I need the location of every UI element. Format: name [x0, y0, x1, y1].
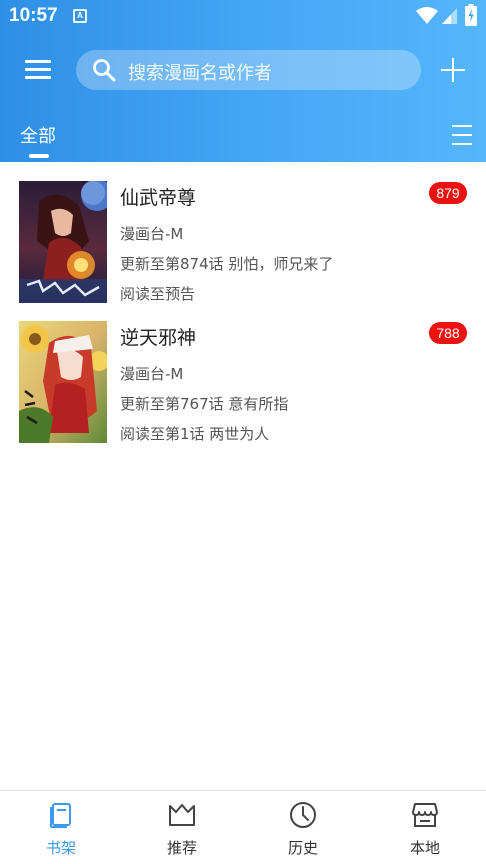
nav-recommend[interactable]: 推荐 — [121, 791, 243, 864]
nav-label: 推荐 — [166, 839, 197, 857]
menu-button[interactable] — [22, 56, 54, 84]
add-button[interactable] — [440, 57, 466, 83]
search-input[interactable]: 搜索漫画名或作者 — [76, 50, 421, 90]
battery-icon — [465, 4, 477, 26]
nav-label: 本地 — [409, 839, 440, 857]
nav-label: 书架 — [45, 839, 76, 857]
tab-indicator — [29, 154, 49, 158]
comic-title: 逆天邪神 — [120, 327, 197, 349]
comic-source: 漫画台-M — [120, 365, 184, 383]
bottom-navigation: 书架 推荐 历史 本地 — [0, 790, 486, 864]
comic-title: 仙武帝尊 — [120, 187, 197, 209]
comic-latest-update: 更新至第767话 意有所指 — [120, 395, 289, 413]
store-icon — [412, 803, 438, 827]
status-clock: 10:57 — [9, 5, 58, 26]
tab-all[interactable]: 全部 — [20, 122, 56, 148]
crown-icon — [169, 804, 195, 826]
comic-list-item[interactable]: 逆天邪神 788 漫画台-M 更新至第767话 意有所指 阅读至第1话 两世为人 — [0, 321, 486, 451]
clock-icon — [290, 802, 316, 828]
app-header: 10:57 A 搜索漫画名或作者 全部 — [0, 0, 486, 162]
comic-latest-update: 更新至第874话 别怕，师兄来了 — [120, 255, 334, 273]
comic-read-progress: 阅读至预告 — [120, 285, 196, 303]
status-bar: 10:57 A — [0, 0, 486, 34]
search-icon — [93, 59, 116, 82]
notification-icon: A — [73, 9, 87, 23]
signal-icon — [442, 8, 457, 24]
comic-list-item[interactable]: 仙武帝尊 879 漫画台-M 更新至第874话 别怕，师兄来了 阅读至预告 — [0, 181, 486, 311]
comic-read-progress: 阅读至第1话 两世为人 — [120, 425, 270, 443]
wifi-icon — [416, 7, 438, 24]
nav-bookshelf[interactable]: 书架 — [0, 791, 122, 864]
nav-history[interactable]: 历史 — [242, 791, 364, 864]
book-icon — [50, 803, 71, 828]
comic-cover — [19, 321, 107, 443]
nav-label: 历史 — [287, 839, 318, 857]
chapter-count-badge: 879 — [429, 182, 467, 204]
chapter-count-badge: 788 — [429, 322, 467, 344]
category-menu-icon[interactable] — [450, 124, 474, 146]
comic-cover — [19, 181, 107, 303]
nav-local[interactable]: 本地 — [364, 791, 486, 864]
comic-source: 漫画台-M — [120, 225, 184, 243]
search-placeholder: 搜索漫画名或作者 — [128, 63, 272, 84]
